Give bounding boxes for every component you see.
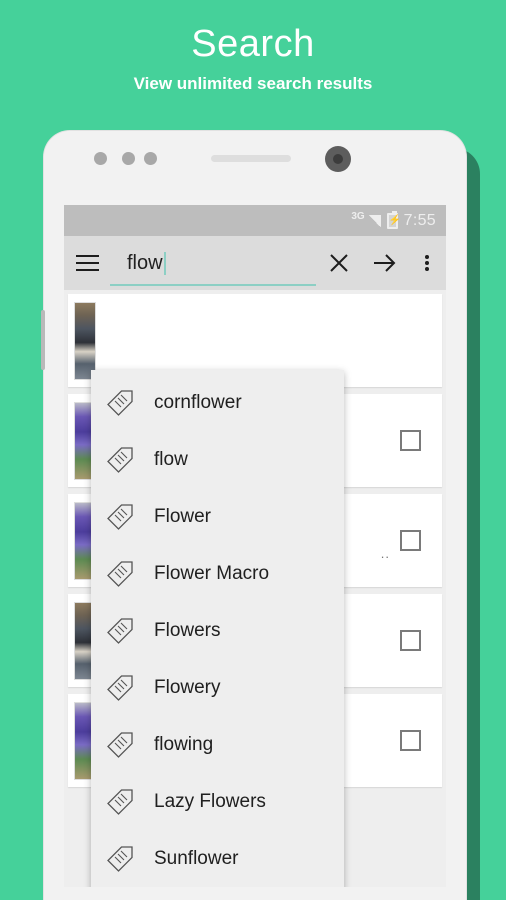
phone-bezel-top [44, 131, 466, 205]
battery-bolt-icon: ⚡ [388, 214, 402, 226]
suggestion-label: Lazy Flowers [154, 790, 266, 812]
list-item[interactable]: Flower [91, 488, 344, 545]
speaker-grill [211, 155, 291, 162]
suggestion-label: cornflower [154, 391, 242, 413]
battery-charging-icon: ⚡ [386, 210, 402, 229]
tag-icon [107, 845, 133, 872]
page-subtitle: View unlimited search results [133, 74, 373, 93]
result-checkbox[interactable] [400, 630, 421, 651]
tag-icon [107, 674, 133, 701]
screenshot-stage: Search View unlimited search results 3G … [0, 0, 506, 900]
list-item[interactable]: cornflower [91, 374, 344, 431]
promo-header: Search View unlimited search results [0, 0, 506, 98]
search-input-value: flow [127, 251, 163, 274]
search-field-underline [110, 284, 316, 286]
result-checkbox[interactable] [400, 430, 421, 451]
tag-icon [107, 389, 133, 416]
suggestion-label: Flowers [154, 619, 221, 641]
arrow-right-icon[interactable] [362, 236, 408, 290]
search-toolbar: flow [64, 236, 446, 290]
tag-icon [107, 503, 133, 530]
tag-icon [107, 446, 133, 473]
list-item[interactable]: Sunflower [91, 830, 344, 887]
page-title: Search [191, 23, 315, 65]
list-item[interactable]: Lazy Flowers [91, 773, 344, 830]
close-x-icon[interactable] [316, 236, 362, 290]
suggestion-label: Flowery [154, 676, 221, 698]
tag-icon [107, 560, 133, 587]
suggestion-label: Flower Macro [154, 562, 270, 584]
suggestion-label: Flower [154, 505, 212, 527]
search-results-list: .. cornflower flow Flower Flower Macro F… [64, 290, 446, 887]
search-input[interactable]: flow [110, 236, 316, 290]
result-truncation-ellipsis: .. [380, 546, 390, 561]
tag-icon [107, 788, 133, 815]
overflow-menu-icon[interactable] [408, 236, 446, 290]
list-item[interactable]: flow [91, 431, 344, 488]
list-item[interactable]: Flower Macro [91, 545, 344, 602]
tag-icon [107, 731, 133, 758]
sensor-dot-3 [144, 152, 157, 165]
hamburger-menu-icon[interactable] [64, 236, 110, 290]
list-item[interactable]: Flowery [91, 659, 344, 716]
result-checkbox[interactable] [400, 730, 421, 751]
tag-icon [107, 617, 133, 644]
search-suggestions-dropdown: cornflower flow Flower Flower Macro Flow… [91, 370, 344, 887]
suggestion-label: Sunflower [154, 847, 239, 869]
phone-screen: 3G ⚡ 7:55 flow .. cornflower flow Flower… [64, 205, 446, 887]
list-item[interactable]: flowing [91, 716, 344, 773]
signal-bars-icon [367, 214, 381, 227]
front-camera [325, 146, 351, 172]
list-item[interactable]: Flowers [91, 602, 344, 659]
status-bar: 3G ⚡ 7:55 [64, 205, 446, 236]
result-thumbnail [74, 301, 96, 380]
volume-button[interactable] [41, 310, 45, 370]
suggestion-label: flowing [154, 733, 214, 755]
result-checkbox[interactable] [400, 530, 421, 551]
suggestion-label: flow [154, 448, 188, 470]
text-caret [163, 251, 166, 275]
network-type-label: 3G [351, 211, 365, 222]
status-bar-clock: 7:55 [403, 211, 436, 229]
sensor-dot-2 [122, 152, 135, 165]
sensor-dot-1 [94, 152, 107, 165]
